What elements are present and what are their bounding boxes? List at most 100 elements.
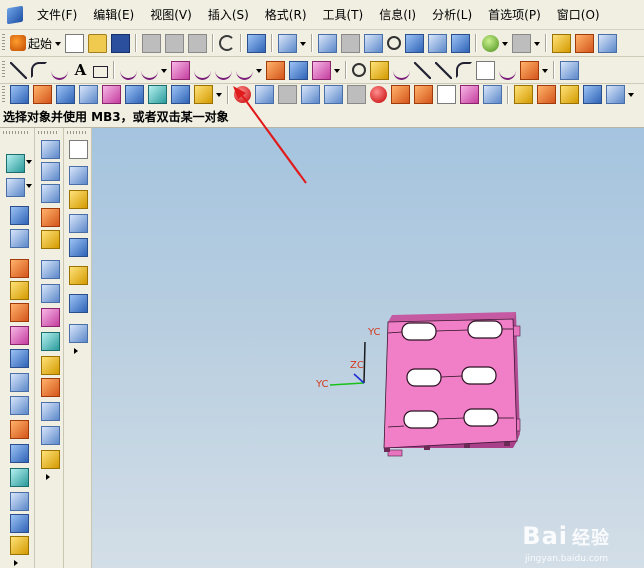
more-icon[interactable] xyxy=(598,33,618,53)
menu-tools[interactable]: 工具(T) xyxy=(315,5,372,25)
toolbar-grip[interactable] xyxy=(67,131,86,134)
reposition-icon[interactable] xyxy=(69,238,88,257)
thicken-icon[interactable] xyxy=(41,402,60,421)
pattern-icon[interactable] xyxy=(583,85,602,104)
app-icon[interactable] xyxy=(7,5,23,24)
toolbar-grip[interactable] xyxy=(2,34,5,52)
draft-icon[interactable] xyxy=(560,85,579,104)
extract-curve-icon[interactable] xyxy=(312,60,331,80)
layer-icon[interactable] xyxy=(552,33,572,53)
mesh-surface-icon[interactable] xyxy=(41,184,60,203)
parts-icon[interactable] xyxy=(10,396,29,415)
render-style-icon[interactable] xyxy=(482,34,500,52)
derived-curve-dropdown[interactable] xyxy=(333,62,340,79)
wedge-icon[interactable] xyxy=(10,281,29,300)
layer-box-icon[interactable] xyxy=(10,468,29,487)
rectangle-icon[interactable] xyxy=(93,65,108,78)
fit-view-icon[interactable] xyxy=(318,33,338,53)
trim-corner-icon[interactable] xyxy=(414,61,431,79)
pad-icon[interactable] xyxy=(148,85,167,104)
offset-surface-icon[interactable] xyxy=(41,260,60,279)
patch-icon[interactable] xyxy=(41,378,60,397)
mirror-icon[interactable] xyxy=(606,85,625,104)
tube-icon[interactable] xyxy=(79,85,98,104)
more-tools-icon[interactable] xyxy=(44,474,52,482)
sheet-icon[interactable] xyxy=(41,140,60,159)
bridge-curve-icon[interactable] xyxy=(141,61,158,80)
sphere-outline-icon[interactable] xyxy=(324,85,343,104)
swept-icon[interactable] xyxy=(41,230,60,249)
sketch-icon[interactable] xyxy=(6,154,25,173)
orient-view-dropdown[interactable] xyxy=(533,35,541,52)
cut-icon[interactable] xyxy=(142,33,162,53)
split-curve-icon[interactable] xyxy=(435,61,452,79)
curve-length-icon[interactable] xyxy=(476,60,495,80)
orient-view-icon[interactable] xyxy=(512,33,532,53)
chamfer-edge-icon[interactable] xyxy=(537,85,556,104)
start-button[interactable]: 起始 xyxy=(8,33,54,53)
unite-icon[interactable] xyxy=(370,86,387,103)
snap-icon[interactable] xyxy=(370,60,389,80)
toolbar-grip[interactable] xyxy=(2,61,5,79)
menu-view[interactable]: 视图(V) xyxy=(142,5,200,25)
start-dropdown[interactable] xyxy=(54,35,62,52)
undo-icon[interactable] xyxy=(219,35,236,51)
toolbar-grip[interactable] xyxy=(2,85,5,104)
datum-icon[interactable] xyxy=(6,178,25,197)
more-tools-icon[interactable] xyxy=(72,348,80,356)
perspective-icon[interactable] xyxy=(451,33,471,53)
text-icon[interactable]: A xyxy=(72,61,89,79)
more-icon[interactable] xyxy=(560,60,579,80)
section-curve-icon[interactable] xyxy=(289,60,308,80)
face-blend-icon[interactable] xyxy=(41,450,60,469)
pen-icon[interactable] xyxy=(10,420,29,439)
intersect-icon[interactable] xyxy=(414,85,433,104)
selection-filter-icon[interactable] xyxy=(278,33,298,53)
shell-icon[interactable] xyxy=(483,85,502,104)
array-component-icon[interactable] xyxy=(69,266,88,285)
menu-edit[interactable]: 编辑(E) xyxy=(85,5,142,25)
fillet-curve-icon[interactable] xyxy=(393,61,410,80)
edge-blend-icon[interactable] xyxy=(514,85,533,104)
extend-curve-icon[interactable] xyxy=(236,61,253,80)
through-curves-icon[interactable] xyxy=(41,208,60,227)
transform-dropdown[interactable] xyxy=(541,62,548,79)
trim-curve-icon[interactable] xyxy=(215,61,232,80)
edit-curve-dropdown[interactable] xyxy=(255,62,262,79)
transform-icon[interactable] xyxy=(520,60,539,80)
exploded-view-icon[interactable] xyxy=(69,294,88,313)
menu-format[interactable]: 格式(R) xyxy=(257,5,315,25)
new-file-icon[interactable] xyxy=(65,33,85,53)
cone-icon[interactable] xyxy=(301,85,320,104)
new-component-icon[interactable] xyxy=(69,190,88,209)
boss-icon[interactable] xyxy=(102,85,121,104)
block-feature-icon[interactable] xyxy=(10,259,29,278)
solid-icon[interactable] xyxy=(10,206,29,225)
wcs-icon[interactable] xyxy=(575,33,595,53)
operation-dropdown[interactable] xyxy=(627,86,634,103)
offset-curve-icon[interactable] xyxy=(120,61,137,80)
offset-face-icon[interactable] xyxy=(460,85,479,104)
chamfer-icon[interactable] xyxy=(456,62,472,78)
red-sphere-icon[interactable] xyxy=(234,86,251,103)
enlarge-icon[interactable] xyxy=(41,426,60,445)
extrude-icon[interactable] xyxy=(10,85,29,104)
menu-insert[interactable]: 插入(S) xyxy=(200,5,257,25)
join-curve-icon[interactable] xyxy=(194,61,211,80)
zoom-icon[interactable] xyxy=(364,33,384,53)
feature-dropdown[interactable] xyxy=(215,86,222,103)
save-icon[interactable] xyxy=(111,33,131,53)
hole-icon[interactable] xyxy=(125,85,144,104)
subtract-icon[interactable] xyxy=(391,85,410,104)
surface-icon[interactable] xyxy=(10,444,29,463)
roll-icon[interactable] xyxy=(10,536,29,555)
graphics-window[interactable]: YC ZC YC Bai 经验 jingyan.baidu.com xyxy=(92,128,644,568)
rotate-icon[interactable] xyxy=(405,33,425,53)
sew-icon[interactable] xyxy=(41,356,60,375)
render-style-dropdown[interactable] xyxy=(501,35,509,52)
menu-analysis[interactable]: 分析(L) xyxy=(424,5,480,25)
intersect-curve-icon[interactable] xyxy=(266,60,285,80)
spline-icon[interactable] xyxy=(51,61,68,80)
wand-icon[interactable] xyxy=(247,33,267,53)
sphere-icon[interactable] xyxy=(10,229,29,248)
